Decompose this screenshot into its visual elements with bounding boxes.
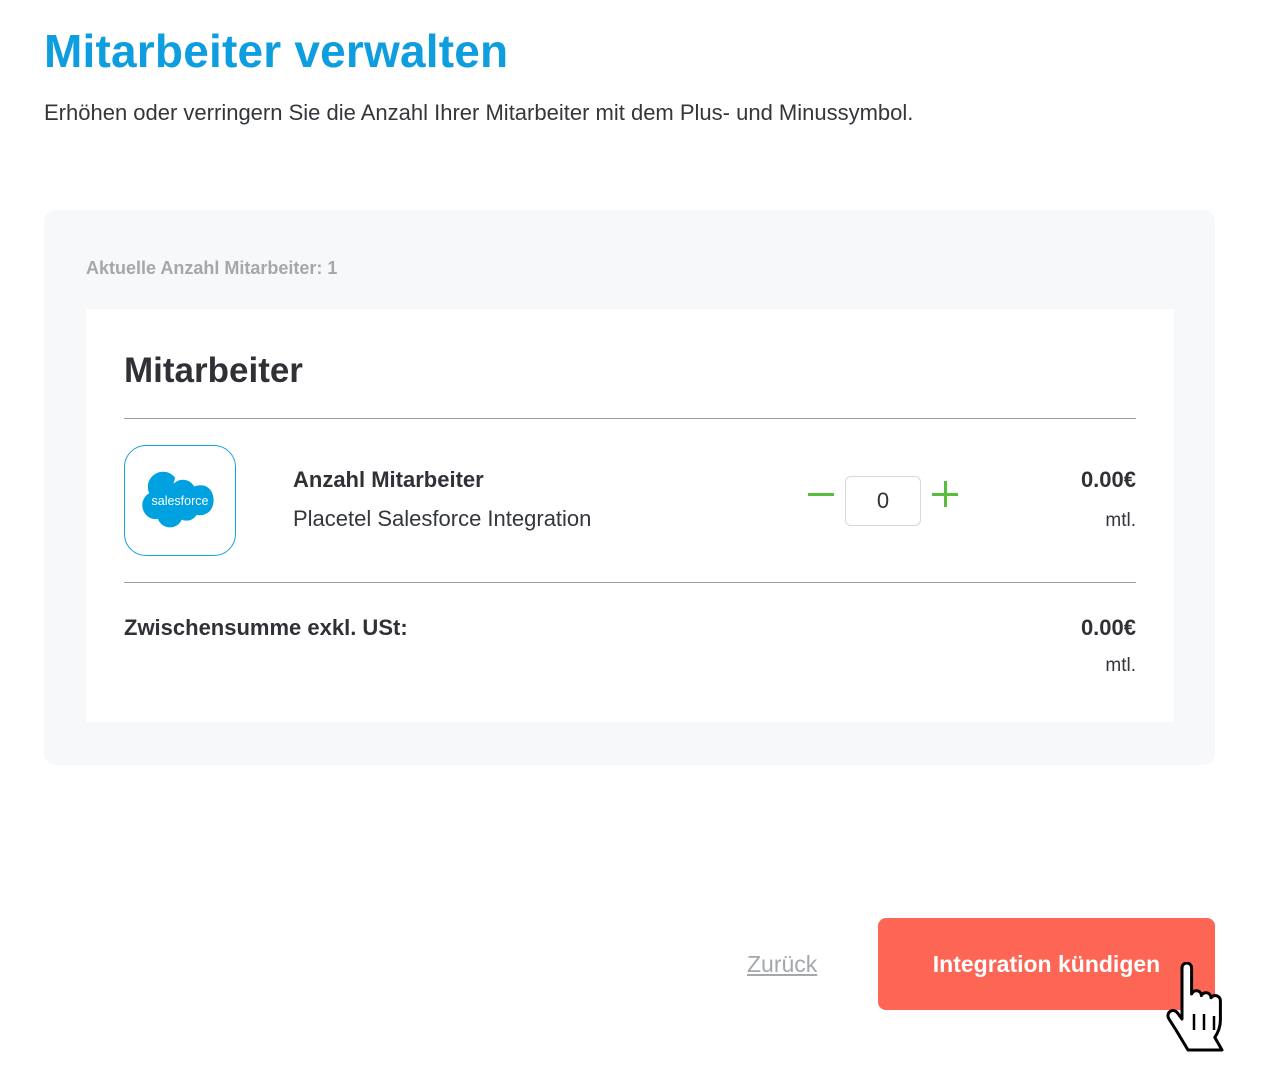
item-name: Anzahl Mitarbeiter [293,467,484,492]
salesforce-logo-text: salesforce [152,494,209,508]
page-subtitle: Erhöhen oder verringern Sie die Anzahl I… [44,100,914,125]
divider [124,582,1136,583]
back-link[interactable]: Zurück [747,951,817,978]
subtotal-label: Zwischensumme exkl. USt: [124,615,408,640]
divider [124,418,1136,419]
subtotal-price-unit: mtl. [1105,655,1136,676]
page-title: Mitarbeiter verwalten [44,25,509,77]
hand-pointer-cursor-icon [1166,962,1224,1052]
item-price: 0.00€ [1080,467,1136,492]
current-count-label: Aktuelle Anzahl Mitarbeiter: 1 [86,258,338,278]
employee-card: Mitarbeiter salesforce Anzahl Mitarbeite… [86,309,1174,722]
decrease-quantity-button[interactable] [808,481,834,507]
salesforce-logo-icon: salesforce [142,471,214,527]
item-description: Placetel Salesforce Integration [293,506,592,531]
card-title: Mitarbeiter [124,351,303,390]
item-price-unit: mtl. [1105,510,1136,531]
quantity-input[interactable] [845,476,921,526]
salesforce-logo-box: salesforce [124,445,236,556]
employee-panel: Aktuelle Anzahl Mitarbeiter: 1 Mitarbeit… [44,210,1215,765]
increase-quantity-button[interactable] [932,481,958,507]
subtotal-price: 0.00€ [1080,615,1136,640]
cancel-integration-button[interactable]: Integration kündigen [878,918,1215,1010]
